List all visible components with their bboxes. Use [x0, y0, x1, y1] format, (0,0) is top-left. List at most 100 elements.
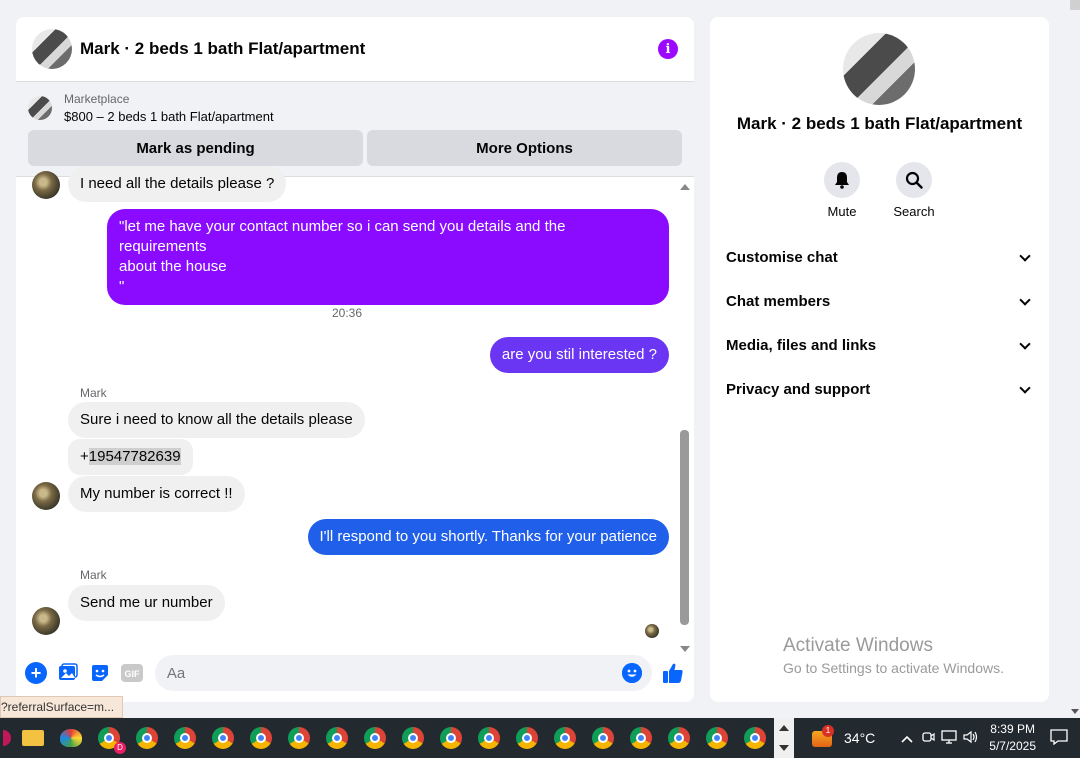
chrome-icon[interactable]: D: [90, 718, 128, 758]
clock[interactable]: 8:39 PM 5/7/2025: [989, 721, 1036, 755]
chrome-icon[interactable]: [508, 718, 546, 758]
chevron-down-icon: [1019, 381, 1031, 394]
section-media-files-links[interactable]: Media, files and links: [726, 337, 1033, 354]
marketplace-banner: Marketplace $800 – 2 beds 1 bath Flat/ap…: [16, 82, 694, 177]
search-icon[interactable]: [896, 162, 932, 198]
windows-taskbar: D 1 34°C 8:39 PM 5/7/2025: [0, 718, 1080, 758]
info-icon[interactable]: i: [658, 39, 678, 59]
message-bubble[interactable]: I need all the details please ?: [68, 166, 287, 202]
scroll-down-arrow[interactable]: [680, 646, 690, 652]
volume-icon[interactable]: [963, 730, 979, 747]
info-title[interactable]: Mark · 2 beds 1 bath Flat/apartment: [710, 114, 1049, 134]
meet-now-icon[interactable]: [921, 730, 935, 747]
chevron-down-icon: [1019, 293, 1031, 306]
activate-windows-watermark: Activate Windows Go to Settings to activ…: [783, 635, 1004, 676]
network-icon[interactable]: [941, 729, 957, 747]
mute-action[interactable]: Mute: [812, 162, 872, 219]
more-options-button[interactable]: More Options: [367, 130, 682, 166]
chrome-icon[interactable]: [394, 718, 432, 758]
composer: + GIF: [16, 653, 694, 693]
message-line: ": [119, 278, 125, 295]
conversation-info-panel: Mark · 2 beds 1 bath Flat/apartment Mute…: [710, 17, 1049, 702]
message-bubble[interactable]: Send me ur number: [68, 585, 225, 621]
chat-header: Mark · 2 beds 1 bath Flat/apartment i: [16, 17, 694, 82]
marketplace-label: Marketplace: [64, 92, 130, 106]
listing-thumbnail[interactable]: [28, 96, 52, 120]
section-label: Chat members: [726, 293, 831, 310]
chrome-profile-badge: D: [114, 742, 126, 754]
profile-avatar[interactable]: [843, 33, 915, 105]
chrome-icon[interactable]: [166, 718, 204, 758]
sticker-icon[interactable]: [89, 662, 111, 684]
like-icon[interactable]: [662, 662, 684, 684]
file-explorer-icon[interactable]: [14, 718, 52, 758]
section-privacy-support[interactable]: Privacy and support: [726, 381, 1033, 398]
clock-date: 5/7/2025: [989, 739, 1036, 753]
weather-icon[interactable]: 1: [810, 725, 836, 749]
chrome-icon[interactable]: [470, 718, 508, 758]
sender-avatar[interactable]: [32, 171, 60, 199]
chrome-icon[interactable]: [356, 718, 394, 758]
scroll-up-arrow[interactable]: [680, 184, 690, 190]
clock-time: 8:39 PM: [990, 722, 1035, 736]
chrome-icon[interactable]: [546, 718, 584, 758]
emoji-icon[interactable]: [621, 663, 642, 683]
chrome-icon[interactable]: [584, 718, 622, 758]
sender-avatar[interactable]: [32, 607, 60, 635]
chat-title[interactable]: Mark · 2 beds 1 bath Flat/apartment: [80, 39, 658, 59]
message-bubble[interactable]: "let me have your contact number so i ca…: [107, 209, 669, 305]
message-bubble[interactable]: +19547782639: [68, 439, 193, 475]
chevron-up-icon[interactable]: [901, 731, 913, 746]
weather-temperature[interactable]: 34°C: [844, 730, 875, 746]
chrome-icon[interactable]: [432, 718, 470, 758]
chevron-down-icon: [1019, 337, 1031, 350]
paint-icon[interactable]: [52, 718, 90, 758]
notification-icon[interactable]: [1050, 728, 1068, 748]
message-input[interactable]: [166, 664, 597, 682]
taskbar-scroll[interactable]: [774, 718, 794, 758]
chrome-icon[interactable]: [318, 718, 356, 758]
message-bubble[interactable]: My number is correct !!: [68, 476, 245, 512]
message-bubble[interactable]: Sure i need to know all the details plea…: [68, 402, 365, 438]
bell-icon[interactable]: [824, 162, 860, 198]
chrome-icon[interactable]: [128, 718, 166, 758]
gif-label: GIF: [124, 669, 140, 679]
chrome-icon[interactable]: [242, 718, 280, 758]
mute-label: Mute: [827, 204, 857, 219]
gif-icon[interactable]: GIF: [120, 662, 143, 684]
chrome-icon[interactable]: [622, 718, 660, 758]
plus-icon[interactable]: +: [25, 662, 47, 684]
sender-name: Mark: [80, 568, 107, 582]
phone-number[interactable]: 19547782639: [88, 448, 181, 465]
chrome-icon[interactable]: [698, 718, 736, 758]
message-bubble[interactable]: are you stil interested ?: [489, 337, 669, 373]
message-bubble[interactable]: I'll respond to you shortly. Thanks for …: [307, 519, 669, 555]
chrome-icon[interactable]: [736, 718, 774, 758]
photo-icon[interactable]: [57, 662, 79, 684]
scroll-thumb[interactable]: [680, 430, 689, 625]
chevron-up-icon[interactable]: [779, 725, 789, 731]
timestamp: 20:36: [331, 306, 363, 320]
message-input-box[interactable]: [154, 655, 652, 691]
mark-pending-button[interactable]: Mark as pending: [28, 130, 363, 166]
section-customise-chat[interactable]: Customise chat: [726, 249, 1033, 266]
listing-summary[interactable]: $800 – 2 beds 1 bath Flat/apartment: [64, 109, 274, 124]
search-action[interactable]: Search: [884, 162, 944, 219]
message-line: "let me have your contact number so i ca…: [119, 218, 566, 255]
watermark-subtitle: Go to Settings to activate Windows.: [783, 660, 1004, 676]
sender-avatar[interactable]: [32, 482, 60, 510]
listing-avatar[interactable]: [32, 29, 72, 69]
message-scrollbar[interactable]: [679, 182, 691, 652]
section-chat-members[interactable]: Chat members: [726, 293, 1033, 310]
page-scroll-down[interactable]: [1071, 709, 1079, 714]
section-label: Media, files and links: [726, 337, 877, 354]
chrome-icon[interactable]: [204, 718, 242, 758]
chevron-down-icon: [1019, 249, 1031, 262]
watermark-title: Activate Windows: [783, 635, 933, 656]
page-scrollbar[interactable]: [1070, 0, 1080, 718]
chrome-icon[interactable]: [660, 718, 698, 758]
chevron-down-icon[interactable]: [779, 745, 789, 751]
start-partial-icon[interactable]: [0, 718, 14, 758]
chrome-icon[interactable]: [280, 718, 318, 758]
page-scroll-up[interactable]: [1070, 0, 1080, 10]
